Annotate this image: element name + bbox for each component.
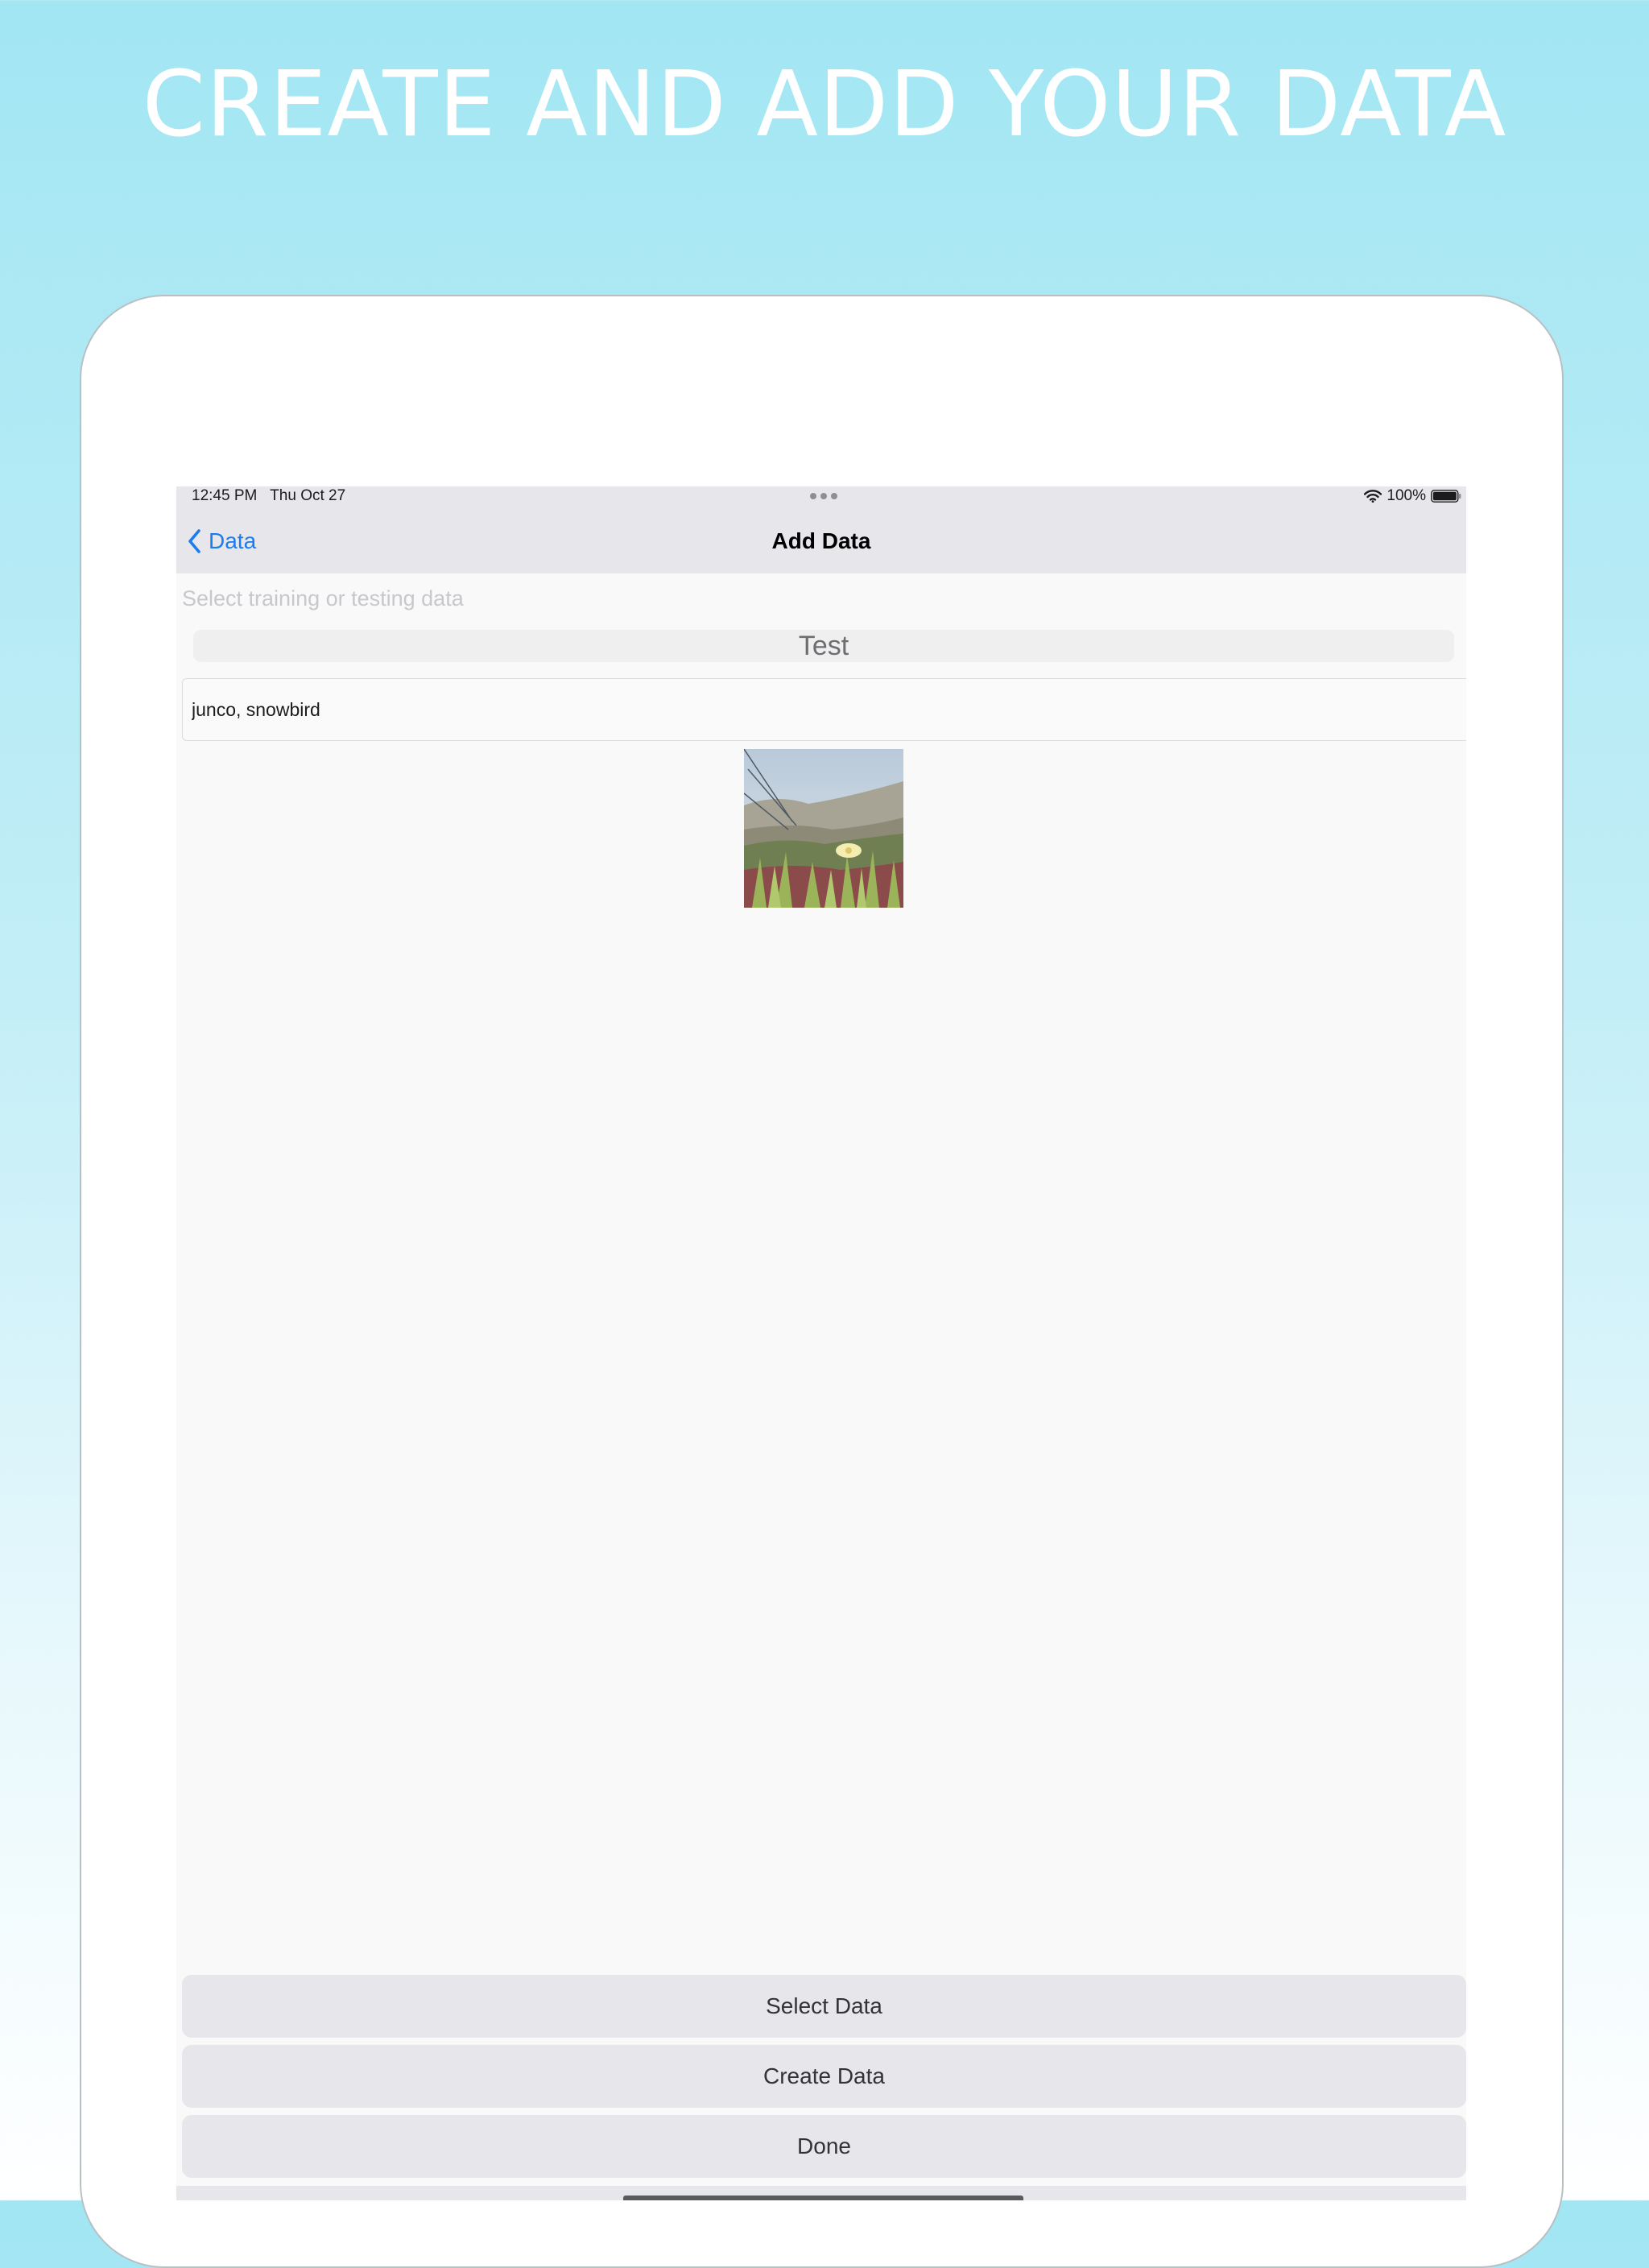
promo-headline: CREATE AND ADD YOUR DATA — [142, 52, 1507, 157]
data-type-hint: Select training or testing data — [182, 586, 464, 610]
select-data-button[interactable]: Select Data — [182, 1975, 1466, 2038]
home-indicator[interactable] — [623, 2196, 1023, 2200]
battery-icon — [1431, 490, 1461, 503]
status-time: 12:45 PM Thu Oct 27 — [192, 486, 345, 506]
app-screen: 12:45 PM Thu Oct 27 100% Data Add Data S… — [176, 486, 1466, 2200]
wifi-icon — [1364, 490, 1382, 503]
label-input[interactable] — [182, 678, 1466, 741]
more-dots-icon[interactable] — [810, 493, 837, 501]
create-data-button[interactable]: Create Data — [182, 2045, 1466, 2108]
status-date: Thu Oct 27 — [270, 487, 346, 504]
status-clock: 12:45 PM — [192, 487, 258, 504]
selected-photo-thumbnail[interactable] — [744, 749, 903, 908]
battery-percentage: 100% — [1387, 487, 1426, 504]
navigation-bar: 12:45 PM Thu Oct 27 100% Data Add Data — [176, 486, 1466, 573]
segment-test-option[interactable]: Test — [193, 630, 1454, 662]
page-title: Add Data — [771, 528, 871, 553]
train-test-segmented-control[interactable]: Test — [193, 630, 1454, 662]
done-button[interactable]: Done — [182, 2115, 1466, 2178]
status-indicators: 100% — [1364, 486, 1461, 506]
